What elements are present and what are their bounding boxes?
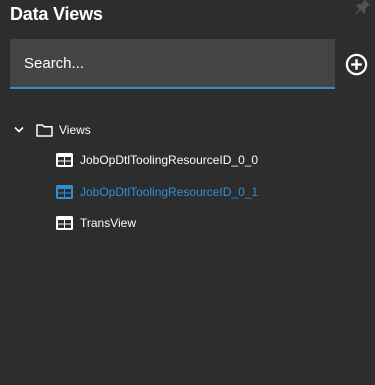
add-view-button[interactable] xyxy=(345,53,368,76)
table-icon xyxy=(56,185,73,199)
tree-folder-views[interactable]: Views xyxy=(13,119,91,141)
tree-item-label: JobOpDtlToolingResourceID_0_0 xyxy=(80,153,259,167)
tree-item-view[interactable]: JobOpDtlToolingResourceID_0_0 xyxy=(56,149,258,171)
table-icon xyxy=(56,216,73,230)
search-input[interactable] xyxy=(10,39,335,87)
tree-item-label: JobOpDtlToolingResourceID_0_1 xyxy=(80,185,259,199)
tree-item-view-selected[interactable]: JobOpDtlToolingResourceID_0_1 xyxy=(56,181,258,203)
folder-icon xyxy=(36,124,53,137)
tree-item-view[interactable]: TransView xyxy=(56,212,136,234)
data-views-panel: Data Views Views xyxy=(0,0,375,385)
table-icon xyxy=(56,153,73,167)
tree-folder-label: Views xyxy=(59,123,91,137)
pin-icon[interactable] xyxy=(353,0,371,16)
panel-title: Data Views xyxy=(10,4,103,24)
chevron-down-icon[interactable] xyxy=(13,124,25,136)
tree-item-label: TransView xyxy=(80,216,137,230)
search-box xyxy=(10,39,335,89)
